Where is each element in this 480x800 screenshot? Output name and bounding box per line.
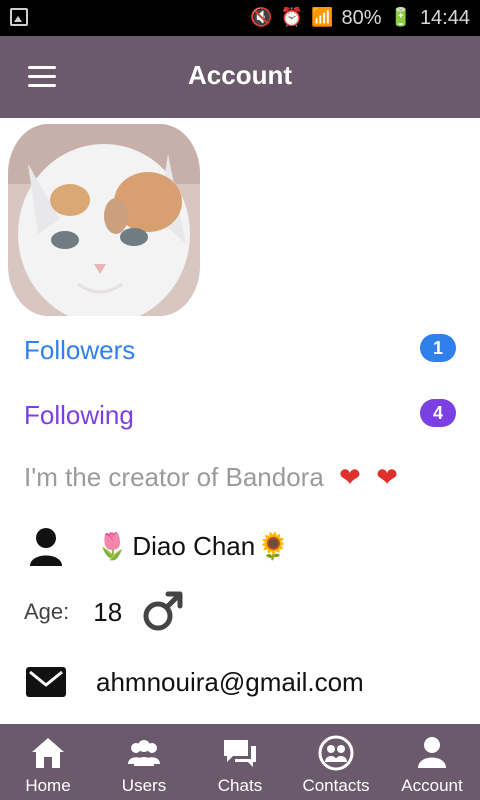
nav-home-label: Home bbox=[25, 776, 71, 795]
app-bar: Account bbox=[0, 36, 480, 118]
nav-users[interactable]: Users bbox=[96, 724, 192, 800]
nav-account[interactable]: Account bbox=[384, 724, 480, 800]
page-title: Account bbox=[188, 60, 292, 90]
nav-chats-label: Chats bbox=[217, 776, 263, 795]
bio: I'm the creator of Bandora ❤ ❤ bbox=[24, 462, 398, 493]
email-row: ahmnouira@gmail.com bbox=[24, 656, 364, 708]
followers-label[interactable]: Followers bbox=[24, 335, 135, 366]
bottom-navigation: Home Users Chats Contacts Account bbox=[0, 724, 480, 800]
age-label: Age: bbox=[24, 599, 70, 624]
tulip-icon: 🌷 bbox=[96, 530, 129, 561]
email-address: ahmnouira@gmail.com bbox=[96, 666, 364, 697]
nav-contacts-label: Contacts bbox=[302, 776, 370, 795]
name-row: 🌷 Diao Chan 🌻 bbox=[24, 520, 290, 572]
nav-users-label: Users bbox=[121, 776, 167, 795]
heart-icon: ❤ bbox=[376, 462, 398, 492]
followers-count-badge: 1 bbox=[420, 334, 456, 362]
chats-icon bbox=[224, 740, 256, 767]
cat-avatar-image bbox=[8, 124, 200, 316]
wifi-icon: 📶 bbox=[311, 7, 334, 28]
nav-account-label: Account bbox=[401, 776, 463, 795]
age-value: 18 bbox=[93, 596, 123, 627]
alarm-icon: ⏰ bbox=[280, 7, 304, 28]
gallery-icon bbox=[10, 8, 28, 26]
status-icons: 🔇 ⏰ 📶 80% 🔋 14:44 bbox=[250, 6, 470, 30]
sunflower-icon: 🌻 bbox=[257, 530, 290, 561]
person-icon bbox=[30, 528, 62, 566]
nav-chats[interactable]: Chats bbox=[192, 724, 288, 800]
following-label[interactable]: Following bbox=[24, 400, 134, 431]
users-icon bbox=[128, 740, 160, 766]
nav-home[interactable]: Home bbox=[0, 724, 96, 800]
battery-icon: 🔋 bbox=[389, 7, 412, 28]
male-gender-icon bbox=[143, 591, 183, 631]
battery-percent: 80% bbox=[341, 6, 382, 29]
following-row[interactable]: Following 4 bbox=[24, 395, 456, 435]
contacts-icon bbox=[318, 735, 354, 771]
age-row: Age: 18 bbox=[24, 586, 184, 638]
following-count-badge: 4 bbox=[420, 399, 456, 427]
mute-icon: 🔇 bbox=[250, 7, 273, 28]
nav-contacts[interactable]: Contacts bbox=[288, 724, 384, 800]
clock: 14:44 bbox=[419, 6, 470, 29]
status-bar: 🔇 ⏰ 📶 80% 🔋 14:44 bbox=[0, 0, 480, 36]
home-icon bbox=[32, 738, 64, 768]
profile-name: Diao Chan bbox=[132, 530, 256, 561]
avatar[interactable] bbox=[8, 124, 200, 316]
followers-row[interactable]: Followers 1 bbox=[24, 330, 456, 370]
account-icon bbox=[418, 737, 446, 768]
email-icon bbox=[26, 667, 66, 697]
bio-text: I'm the creator of Bandora bbox=[24, 462, 324, 492]
heart-icon: ❤ bbox=[339, 462, 361, 492]
